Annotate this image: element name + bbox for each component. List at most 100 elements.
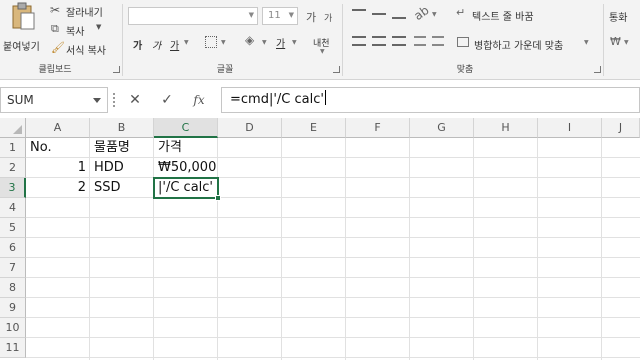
- cell-c2[interactable]: ₩50,000: [155, 158, 217, 178]
- column-header-e[interactable]: E: [282, 118, 346, 138]
- align-middle-icon[interactable]: [372, 13, 386, 15]
- copy-button[interactable]: ⧉ 복사 ▼: [50, 22, 120, 38]
- group-divider: [342, 4, 343, 76]
- cell-a2[interactable]: 1: [27, 158, 89, 178]
- gridline: [26, 217, 640, 218]
- copy-label: 복사: [66, 27, 85, 38]
- column-header-b[interactable]: B: [90, 118, 154, 138]
- font-color-button[interactable]: 가: [276, 35, 285, 50]
- name-box-value: SUM: [7, 93, 34, 107]
- column-header-a[interactable]: A: [26, 118, 90, 138]
- cancel-button[interactable]: ✕: [124, 89, 146, 111]
- border-icon[interactable]: [205, 36, 217, 48]
- gridline: [26, 337, 640, 338]
- merge-icon: [457, 37, 469, 47]
- row-header-10[interactable]: 10: [0, 318, 26, 338]
- text-caret: [324, 90, 326, 105]
- decrease-indent-icon[interactable]: [414, 36, 426, 46]
- active-cell-c3[interactable]: |'/C calc': [153, 177, 221, 201]
- row-header-11[interactable]: 11: [0, 338, 26, 358]
- align-top-icon[interactable]: [352, 9, 366, 19]
- font-name-value: [129, 15, 132, 26]
- cell-b1[interactable]: 물품명: [91, 138, 153, 158]
- chevron-down-icon: ▼: [221, 39, 226, 46]
- chevron-down-icon: ▼: [288, 11, 294, 19]
- font-name-select[interactable]: ▼: [128, 7, 258, 25]
- wrap-text-button[interactable]: ↵ 텍스트 줄 바꿈: [456, 5, 566, 23]
- alignment-launcher-icon[interactable]: [594, 66, 601, 73]
- number-format-select[interactable]: 통화: [606, 7, 640, 25]
- chevron-down-icon: ▼: [184, 39, 189, 46]
- column-header-g[interactable]: G: [410, 118, 474, 138]
- row-header-8[interactable]: 8: [0, 278, 26, 298]
- gridline: [26, 317, 640, 318]
- italic-button[interactable]: 가: [152, 37, 161, 52]
- column-header-d[interactable]: D: [218, 118, 282, 138]
- wrap-text-icon: ↵: [456, 6, 466, 19]
- row-header-2[interactable]: 2: [0, 158, 26, 178]
- alignment-group-label: 맞춤: [456, 65, 474, 75]
- close-icon: ✕: [129, 92, 141, 108]
- name-box[interactable]: SUM: [0, 87, 108, 113]
- copy-icon: ⧉: [51, 22, 59, 35]
- group-divider: [122, 4, 123, 76]
- currency-icon[interactable]: ₩: [610, 35, 621, 48]
- merge-center-button[interactable]: 병합하고 가운데 맞춤 ▼: [456, 34, 596, 52]
- fx-icon: fx: [193, 93, 205, 107]
- row-header-7[interactable]: 7: [0, 258, 26, 278]
- paste-button[interactable]: 붙여넣기: [0, 2, 46, 58]
- align-left-icon[interactable]: [352, 36, 366, 46]
- cell-b2[interactable]: HDD: [91, 158, 153, 178]
- bold-button[interactable]: 가: [133, 37, 142, 52]
- grow-font-button[interactable]: 가: [306, 9, 316, 25]
- column-header-j[interactable]: J: [602, 118, 640, 138]
- formula-bar: SUM ✕ ✓ fx =cmd|'/C calc': [0, 85, 640, 115]
- orientation-icon[interactable]: ab: [411, 3, 431, 23]
- column-header-h[interactable]: H: [474, 118, 538, 138]
- chevron-down-icon: ▼: [248, 11, 254, 19]
- fill-handle[interactable]: [215, 195, 221, 201]
- align-bottom-icon[interactable]: [392, 9, 406, 19]
- increase-indent-icon[interactable]: [432, 36, 444, 46]
- cut-button[interactable]: ✂ 잘라내기: [50, 3, 120, 19]
- chevron-down-icon: ▼: [584, 39, 589, 46]
- brush-icon: 🖌: [51, 41, 65, 54]
- align-right-icon[interactable]: [392, 36, 406, 46]
- gridline: [26, 357, 640, 358]
- clipboard-group-label: 클립보드: [38, 65, 72, 75]
- column-header-c[interactable]: C: [154, 118, 218, 138]
- row-header-9[interactable]: 9: [0, 298, 26, 318]
- font-size-select[interactable]: 11 ▼: [262, 7, 298, 25]
- select-all-button[interactable]: [0, 118, 26, 138]
- cell-a1[interactable]: No.: [27, 138, 89, 158]
- worksheet-grid[interactable]: A B C D E F G H I J 1 2 3 4 5 6 7 8 9 10…: [0, 118, 640, 360]
- insert-function-button[interactable]: fx: [188, 89, 210, 111]
- number-format-value: 통화: [609, 13, 628, 24]
- chevron-down-icon: ▼: [292, 39, 297, 46]
- font-size-value: 11: [268, 10, 281, 21]
- gridline: [537, 138, 538, 360]
- cell-a3[interactable]: 2: [27, 178, 89, 198]
- formula-input[interactable]: =cmd|'/C calc': [221, 87, 640, 113]
- align-center-icon[interactable]: [372, 36, 386, 46]
- format-painter-button[interactable]: 🖌 서식 복사: [50, 41, 120, 57]
- enter-button[interactable]: ✓: [156, 89, 178, 111]
- splitter-handle[interactable]: [113, 93, 115, 107]
- cell-b3[interactable]: SSD: [91, 178, 153, 198]
- row-header-1[interactable]: 1: [0, 138, 26, 158]
- clipboard-launcher-icon[interactable]: [113, 66, 120, 73]
- column-header-f[interactable]: F: [346, 118, 410, 138]
- row-header-3[interactable]: 3: [0, 178, 26, 198]
- fill-color-icon[interactable]: ◈: [245, 33, 254, 47]
- chevron-down-icon: ▼: [624, 39, 629, 46]
- chevron-down-icon: ▼: [262, 39, 267, 46]
- row-header-5[interactable]: 5: [0, 218, 26, 238]
- underline-button[interactable]: 가: [170, 37, 179, 52]
- column-header-i[interactable]: I: [538, 118, 602, 138]
- font-launcher-icon[interactable]: [333, 66, 340, 73]
- shrink-font-button[interactable]: 가: [324, 11, 332, 24]
- cell-c3-editor[interactable]: |'/C calc': [155, 179, 216, 197]
- row-header-4[interactable]: 4: [0, 198, 26, 218]
- row-header-6[interactable]: 6: [0, 238, 26, 258]
- cell-c1[interactable]: 가격: [155, 138, 217, 158]
